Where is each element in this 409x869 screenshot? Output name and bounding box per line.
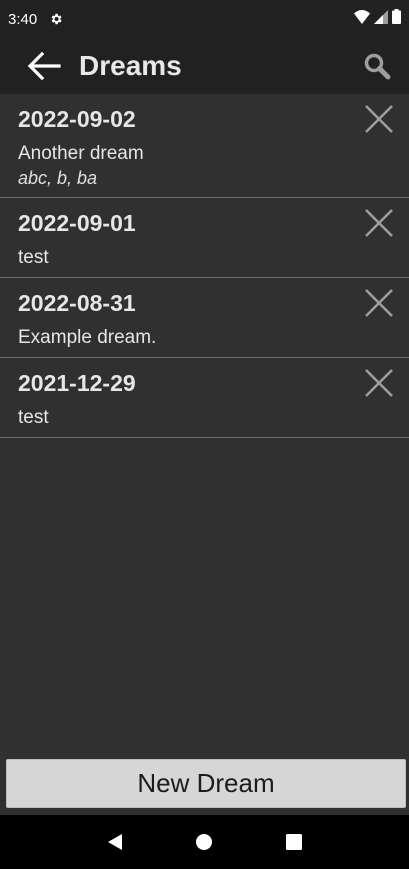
delete-button[interactable] — [363, 287, 395, 319]
status-time: 3:40 — [8, 10, 38, 28]
delete-button[interactable] — [363, 207, 395, 239]
status-icons — [354, 9, 401, 29]
dream-text: Another dream — [18, 143, 144, 164]
new-dream-button[interactable]: New Dream — [6, 759, 406, 808]
square-recents-icon — [286, 834, 303, 850]
dream-text: Example dream. — [18, 327, 157, 348]
nav-back-button[interactable] — [100, 827, 130, 857]
close-icon — [365, 369, 393, 397]
gear-icon — [49, 12, 63, 26]
list-item[interactable]: 2022-09-02 Another dream abc, b, ba — [0, 94, 409, 198]
dream-tags: abc, b, ba — [18, 168, 98, 188]
back-button[interactable] — [26, 48, 62, 84]
circle-home-icon — [196, 834, 213, 850]
list-item[interactable]: 2022-09-01 test — [0, 198, 409, 278]
dream-list: 2022-09-02 Another dream abc, b, ba 2022… — [0, 94, 409, 438]
app-bar: Dreams — [0, 38, 409, 94]
search-button[interactable] — [361, 50, 393, 82]
dream-date: 2022-09-02 — [18, 106, 136, 132]
delete-button[interactable] — [363, 367, 395, 399]
triangle-back-icon — [107, 834, 122, 850]
close-icon — [365, 105, 393, 133]
delete-button[interactable] — [363, 103, 395, 135]
wifi-icon — [354, 9, 370, 29]
battery-icon — [392, 9, 401, 29]
search-icon — [364, 53, 391, 80]
page-title: Dreams — [79, 50, 182, 81]
nav-recents-button[interactable] — [279, 827, 309, 857]
navigation-bar — [0, 815, 409, 869]
screen: 3:40 Dreams 2022-09-02 Another dream abc… — [0, 0, 409, 869]
close-icon — [365, 209, 393, 237]
dream-date: 2022-08-31 — [18, 290, 136, 316]
dream-text: test — [18, 247, 49, 268]
list-item[interactable]: 2022-08-31 Example dream. — [0, 278, 409, 358]
arrow-left-icon — [27, 51, 61, 81]
signal-icon — [374, 9, 388, 29]
list-item[interactable]: 2021-12-29 test — [0, 358, 409, 438]
status-bar: 3:40 — [0, 0, 409, 38]
dream-date: 2021-12-29 — [18, 370, 136, 396]
nav-home-button[interactable] — [189, 827, 219, 857]
close-icon — [365, 289, 393, 317]
dream-text: test — [18, 407, 49, 428]
dream-date: 2022-09-01 — [18, 210, 136, 236]
